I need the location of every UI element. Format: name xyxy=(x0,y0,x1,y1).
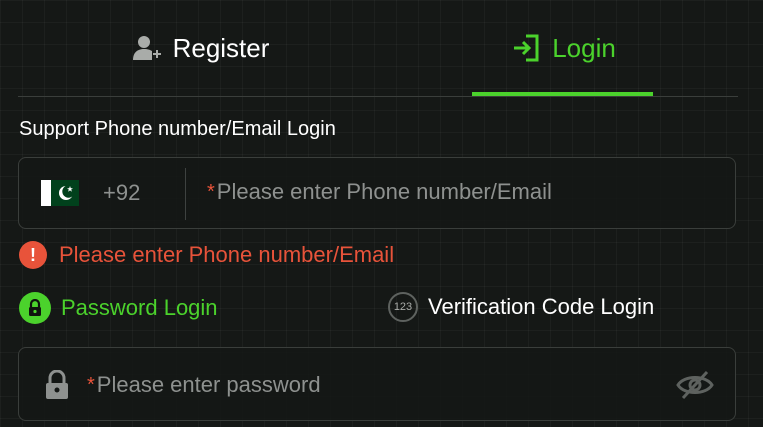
add-user-icon xyxy=(132,36,161,60)
padlock-icon xyxy=(46,370,68,399)
phone-error: ! Please enter Phone number/Email xyxy=(19,241,394,269)
login-panel: Register Login Support Phone number/Emai… xyxy=(0,0,763,427)
code-login-label: Verification Code Login xyxy=(428,294,655,319)
lock-icon xyxy=(19,292,51,324)
required-mark: * xyxy=(87,373,95,396)
tab-login[interactable]: Login xyxy=(473,0,653,96)
support-label: Support Phone number/Email Login xyxy=(19,118,336,140)
password-input-wrap: * xyxy=(87,372,657,398)
tab-login-label: Login xyxy=(552,32,616,63)
code-123-icon: 123 xyxy=(388,292,418,322)
phone-email-field: +92 * xyxy=(18,157,736,229)
eye-off-icon[interactable] xyxy=(675,368,715,402)
error-icon: ! xyxy=(19,241,47,269)
tab-register[interactable]: Register xyxy=(100,0,300,96)
field-divider xyxy=(185,168,186,220)
auth-tabs: Register Login xyxy=(18,0,738,97)
required-mark: * xyxy=(207,180,215,203)
phone-input-wrap: * xyxy=(207,179,717,205)
password-login-label: Password Login xyxy=(61,295,218,320)
password-login-option[interactable]: Password Login xyxy=(19,292,218,324)
error-message: Please enter Phone number/Email xyxy=(59,242,395,267)
active-tab-indicator xyxy=(472,92,653,96)
password-field: * xyxy=(18,347,736,421)
tab-register-label: Register xyxy=(172,32,270,63)
verification-code-login-option[interactable]: 123 Verification Code Login xyxy=(388,292,654,322)
pakistan-flag-icon[interactable] xyxy=(41,180,79,206)
country-code[interactable]: +92 xyxy=(103,180,140,206)
login-icon xyxy=(514,34,539,62)
password-input[interactable] xyxy=(96,372,657,398)
phone-email-input[interactable] xyxy=(216,179,717,205)
